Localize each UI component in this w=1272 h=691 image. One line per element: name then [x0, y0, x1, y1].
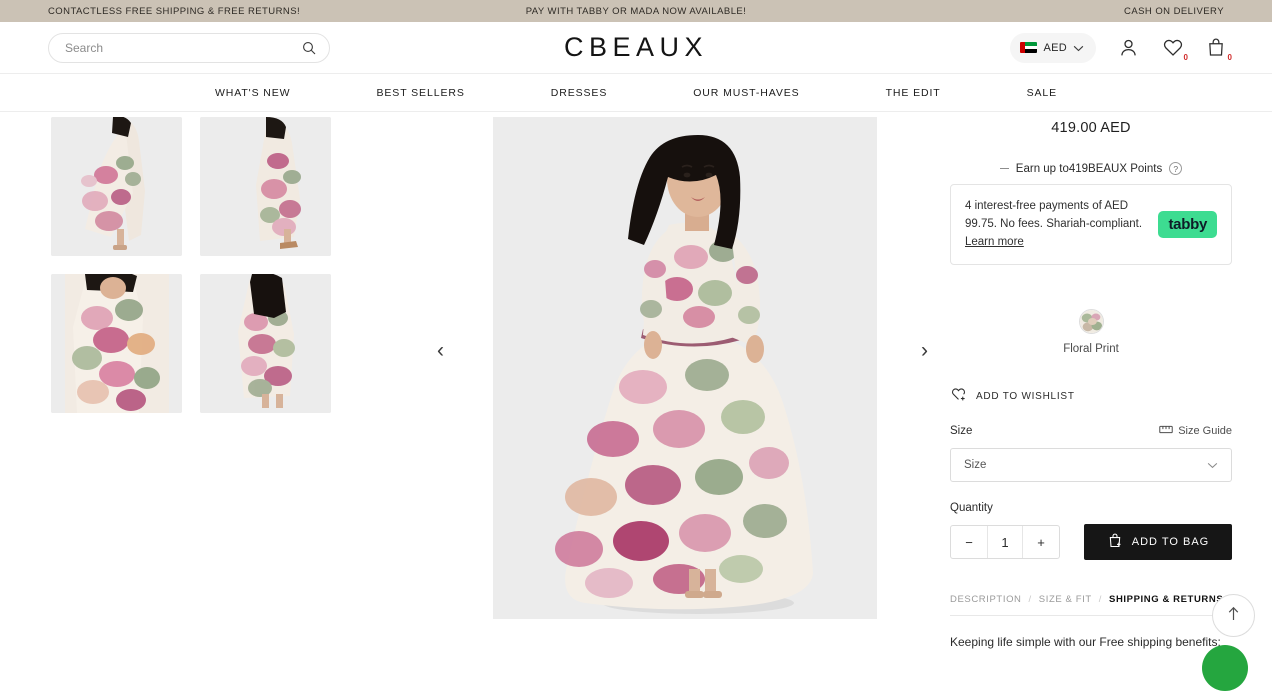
size-select[interactable]: Size	[950, 448, 1232, 483]
add-to-wishlist-button[interactable]: ADD TO WISHLIST	[950, 386, 1232, 407]
gallery-next-button[interactable]: ›	[921, 340, 928, 361]
gallery-prev-button[interactable]: ‹	[437, 340, 444, 361]
site-header: CBEAUX AED	[0, 22, 1272, 74]
search-input[interactable]	[65, 40, 301, 55]
bag-plus-icon	[1107, 532, 1123, 552]
tab-size-and-fit[interactable]: SIZE & FIT	[1039, 594, 1092, 605]
tab-panel-content: Keeping life simple with our Free shippi…	[950, 635, 1221, 650]
tab-separator-1: /	[1028, 594, 1032, 606]
thumbnail-2[interactable]	[200, 117, 331, 256]
quantity-decrement-button[interactable]: −	[951, 526, 987, 558]
dash-icon	[999, 168, 1009, 169]
wishlist-button[interactable]: 0	[1162, 37, 1188, 61]
search-box[interactable]	[48, 32, 330, 63]
hero-image-area: ‹ ›	[430, 112, 940, 672]
quantity-stepper: − 1 +	[950, 525, 1060, 560]
points-text: Earn up to419BEAUX Points	[1015, 162, 1163, 175]
announcement-center: PAY WITH TABBY OR MADA NOW AVAILABLE!	[525, 5, 747, 17]
product-info-panel: 419.00 AED Earn up to419BEAUX Points ? 4…	[940, 112, 1272, 672]
shopping-bag-icon	[1206, 37, 1228, 58]
nav-item-best-sellers[interactable]: BEST SELLERS	[334, 87, 508, 99]
tab-divider	[950, 615, 1232, 617]
quantity-increment-button[interactable]: +	[1023, 526, 1059, 558]
heart-icon	[1162, 37, 1184, 58]
color-options: Floral Print	[950, 309, 1232, 355]
purchase-row: − 1 + ADD TO BAG	[950, 524, 1232, 561]
whatsapp-chat-button[interactable]	[1202, 645, 1248, 691]
main-navigation: WHAT'S NEW BEST SELLERS DRESSES OUR MUST…	[0, 74, 1272, 112]
account-button[interactable]	[1118, 37, 1140, 59]
product-page: ‹ › 419.00 AED Earn up to419BEAUX Points…	[0, 112, 1272, 672]
loyalty-points-row: Earn up to419BEAUX Points ?	[950, 162, 1232, 175]
nav-item-our-must-haves[interactable]: OUR MUST-HAVES	[650, 87, 842, 99]
thumbnail-3[interactable]	[51, 274, 182, 413]
quantity-value[interactable]: 1	[987, 526, 1023, 559]
size-header-row: Size Size Guide	[950, 424, 1232, 438]
announcement-left: CONTACTLESS FREE SHIPPING & FREE RETURNS…	[48, 5, 301, 17]
cart-count-badge: 0	[1227, 52, 1232, 62]
user-icon	[1118, 37, 1140, 58]
product-price: 419.00 AED	[1051, 120, 1131, 136]
tabby-description: 4 interest-free payments of AED 99.75. N…	[965, 198, 1150, 251]
wishlist-count-badge: 0	[1183, 52, 1188, 62]
currency-label: AED	[1043, 41, 1067, 54]
product-gallery	[0, 112, 430, 672]
site-logo[interactable]: CBEAUX	[564, 32, 708, 63]
chevron-down-icon	[1207, 456, 1218, 474]
product-detail-tabs: DESCRIPTION / SIZE & FIT / SHIPPING & RE…	[950, 594, 1232, 605]
nav-item-sale[interactable]: SALE	[984, 87, 1100, 99]
thumbnail-4[interactable]	[200, 274, 331, 413]
thumbnail-1[interactable]	[51, 117, 182, 256]
tab-separator-2: /	[1098, 594, 1103, 606]
hero-product-image[interactable]	[493, 117, 877, 619]
add-to-bag-label: ADD TO BAG	[1131, 536, 1210, 549]
chevron-down-icon	[1073, 39, 1084, 57]
header-actions: AED 0 0	[1010, 32, 1232, 63]
add-to-bag-button[interactable]: ADD TO BAG	[1084, 524, 1232, 561]
announcement-right: CASH ON DELIVERY	[1124, 5, 1224, 17]
thumbnail-grid	[51, 117, 430, 413]
tabby-logo: tabby	[1158, 211, 1217, 239]
heart-plus-icon	[950, 386, 967, 407]
nav-item-whats-new[interactable]: WHAT'S NEW	[172, 87, 334, 99]
scroll-to-top-button[interactable]	[1212, 594, 1255, 637]
color-swatch-floral-print[interactable]	[1078, 309, 1104, 335]
wishlist-label: ADD TO WISHLIST	[976, 391, 1075, 403]
search-icon[interactable]	[301, 40, 317, 56]
size-guide-button[interactable]: Size Guide	[1159, 424, 1232, 438]
nav-item-dresses[interactable]: DRESSES	[508, 87, 650, 99]
tabby-text: 4 interest-free payments of AED 99.75. N…	[965, 200, 1143, 230]
size-select-value: Size	[964, 459, 987, 472]
ruler-icon	[1159, 424, 1173, 438]
uae-flag-icon	[1020, 42, 1038, 53]
color-name: Floral Print	[1063, 343, 1119, 356]
tab-description[interactable]: DESCRIPTION	[950, 594, 1022, 605]
cart-button[interactable]: 0	[1206, 37, 1232, 61]
help-icon[interactable]: ?	[1169, 162, 1183, 175]
announcement-bar: CONTACTLESS FREE SHIPPING & FREE RETURNS…	[0, 0, 1272, 22]
size-label: Size	[950, 425, 973, 438]
nav-item-the-edit[interactable]: THE EDIT	[843, 87, 984, 99]
tabby-payment-box: 4 interest-free payments of AED 99.75. N…	[950, 184, 1232, 266]
tabby-learn-more-link[interactable]: Learn more	[965, 236, 1024, 248]
arrow-up-icon	[1227, 606, 1240, 626]
size-guide-label: Size Guide	[1178, 425, 1232, 438]
tab-shipping-and-returns[interactable]: SHIPPING & RETURNS	[1109, 594, 1223, 605]
quantity-label: Quantity	[950, 502, 993, 515]
currency-selector[interactable]: AED	[1010, 32, 1096, 63]
